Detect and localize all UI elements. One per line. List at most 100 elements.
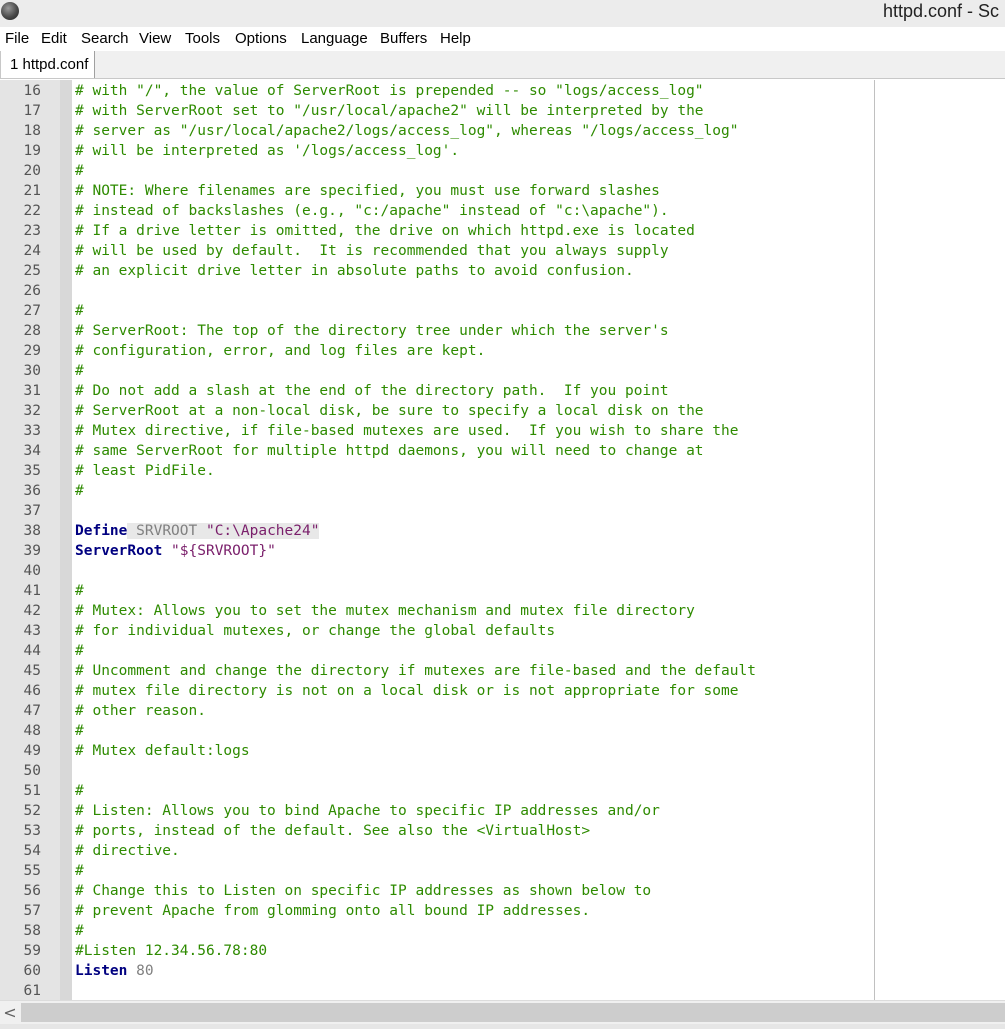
line-text[interactable]: # Mutex directive, if file-based mutexes… bbox=[75, 421, 738, 441]
code-line[interactable]: 24 # will be used by default. It is recom… bbox=[0, 241, 1005, 261]
horizontal-scrollbar[interactable]: < bbox=[0, 1000, 1005, 1025]
line-text[interactable]: #Listen 12.34.56.78:80 bbox=[75, 941, 267, 961]
code-line[interactable]: 21 # NOTE: Where filenames are specified,… bbox=[0, 181, 1005, 201]
code-line[interactable]: 22 # instead of backslashes (e.g., "c:/ap… bbox=[0, 201, 1005, 221]
line-text[interactable]: # configuration, error, and log files ar… bbox=[75, 341, 485, 361]
code-line[interactable]: 25 # an explicit drive letter in absolute… bbox=[0, 261, 1005, 281]
scroll-left-icon[interactable]: < bbox=[0, 1001, 20, 1025]
line-text[interactable]: ServerRoot "${SRVROOT}" bbox=[75, 541, 276, 561]
line-text[interactable]: # directive. bbox=[75, 841, 180, 861]
tab-httpd-conf[interactable]: 1 httpd.conf bbox=[0, 51, 96, 78]
line-text[interactable]: # Listen: Allows you to bind Apache to s… bbox=[75, 801, 660, 821]
line-text[interactable]: # bbox=[75, 921, 84, 941]
menu-edit[interactable]: Edit bbox=[41, 30, 67, 47]
line-text[interactable]: # will be interpreted as '/logs/access_l… bbox=[75, 141, 459, 161]
code-line[interactable]: 18 # server as "/usr/local/apache2/logs/a… bbox=[0, 121, 1005, 141]
code-line[interactable]: 19 # will be interpreted as '/logs/access… bbox=[0, 141, 1005, 161]
line-text[interactable]: # Do not add a slash at the end of the d… bbox=[75, 381, 669, 401]
line-text[interactable]: # bbox=[75, 481, 84, 501]
line-text[interactable]: # least PidFile. bbox=[75, 461, 215, 481]
line-text[interactable]: # bbox=[75, 301, 84, 321]
line-text[interactable]: # instead of backslashes (e.g., "c:/apac… bbox=[75, 201, 669, 221]
line-text[interactable]: # same ServerRoot for multiple httpd dae… bbox=[75, 441, 704, 461]
code-line[interactable]: 31 # Do not add a slash at the end of the… bbox=[0, 381, 1005, 401]
code-line[interactable]: 35 # least PidFile. bbox=[0, 461, 1005, 481]
line-text[interactable]: Define SRVROOT "C:\Apache24" bbox=[75, 521, 320, 541]
line-text[interactable]: # If a drive letter is omitted, the driv… bbox=[75, 221, 695, 241]
line-text[interactable]: # ports, instead of the default. See als… bbox=[75, 821, 590, 841]
code-line[interactable]: 32 # ServerRoot at a non-local disk, be s… bbox=[0, 401, 1005, 421]
line-text[interactable]: # bbox=[75, 161, 84, 181]
line-text[interactable]: # mutex file directory is not on a local… bbox=[75, 681, 738, 701]
code-line[interactable]: 48 # bbox=[0, 721, 1005, 741]
code-line[interactable]: 57 # prevent Apache from glomming onto al… bbox=[0, 901, 1005, 921]
code-line[interactable]: 51 # bbox=[0, 781, 1005, 801]
line-text[interactable]: # ServerRoot at a non-local disk, be sur… bbox=[75, 401, 704, 421]
code-line[interactable]: 60 Listen 80 bbox=[0, 961, 1005, 981]
code-line[interactable]: 46 # mutex file directory is not on a loc… bbox=[0, 681, 1005, 701]
line-text[interactable]: # with ServerRoot set to "/usr/local/apa… bbox=[75, 101, 704, 121]
code-line[interactable]: 23 # If a drive letter is omitted, the dr… bbox=[0, 221, 1005, 241]
line-text[interactable]: # bbox=[75, 641, 84, 661]
code-line[interactable]: 43 # for individual mutexes, or change th… bbox=[0, 621, 1005, 641]
menu-tools[interactable]: Tools bbox=[185, 30, 220, 47]
line-text[interactable]: # with "/", the value of ServerRoot is p… bbox=[75, 81, 704, 101]
code-line[interactable]: 30 # bbox=[0, 361, 1005, 381]
line-text[interactable]: # for individual mutexes, or change the … bbox=[75, 621, 555, 641]
app-icon[interactable] bbox=[1, 2, 19, 20]
menu-options[interactable]: Options bbox=[235, 30, 287, 47]
menu-search[interactable]: Search bbox=[81, 30, 129, 47]
code-line[interactable]: 37 bbox=[0, 501, 1005, 521]
code-line[interactable]: 28 # ServerRoot: The top of the directory… bbox=[0, 321, 1005, 341]
line-text[interactable]: # will be used by default. It is recomme… bbox=[75, 241, 669, 261]
line-text[interactable]: # Change this to Listen on specific IP a… bbox=[75, 881, 651, 901]
menu-view[interactable]: View bbox=[139, 30, 171, 47]
line-text[interactable]: # bbox=[75, 781, 84, 801]
code-line[interactable]: 36 # bbox=[0, 481, 1005, 501]
code-line[interactable]: 16 # with "/", the value of ServerRoot is… bbox=[0, 81, 1005, 101]
code-line[interactable]: 50 bbox=[0, 761, 1005, 781]
code-line[interactable]: 42 # Mutex: Allows you to set the mutex m… bbox=[0, 601, 1005, 621]
code-line[interactable]: 38 Define SRVROOT "C:\Apache24" bbox=[0, 521, 1005, 541]
code-line[interactable]: 40 bbox=[0, 561, 1005, 581]
code-line[interactable]: 39 ServerRoot "${SRVROOT}" bbox=[0, 541, 1005, 561]
code-line[interactable]: 59 #Listen 12.34.56.78:80 bbox=[0, 941, 1005, 961]
code-line[interactable]: 53 # ports, instead of the default. See a… bbox=[0, 821, 1005, 841]
line-text[interactable]: # other reason. bbox=[75, 701, 206, 721]
code-line[interactable]: 29 # configuration, error, and log files … bbox=[0, 341, 1005, 361]
line-text[interactable]: # prevent Apache from glomming onto all … bbox=[75, 901, 590, 921]
line-text[interactable]: # bbox=[75, 861, 84, 881]
code-line[interactable]: 41 # bbox=[0, 581, 1005, 601]
code-line[interactable]: 58 # bbox=[0, 921, 1005, 941]
code-line[interactable]: 61 bbox=[0, 981, 1005, 1000]
line-text[interactable]: # an explicit drive letter in absolute p… bbox=[75, 261, 634, 281]
menu-buffers[interactable]: Buffers bbox=[380, 30, 427, 47]
line-text[interactable]: # Mutex: Allows you to set the mutex mec… bbox=[75, 601, 695, 621]
menu-language[interactable]: Language bbox=[301, 30, 368, 47]
code-line[interactable]: 54 # directive. bbox=[0, 841, 1005, 861]
line-text[interactable]: # bbox=[75, 721, 84, 741]
line-text[interactable]: # Mutex default:logs bbox=[75, 741, 250, 761]
line-text[interactable]: # server as "/usr/local/apache2/logs/acc… bbox=[75, 121, 738, 141]
code-line[interactable]: 17 # with ServerRoot set to "/usr/local/a… bbox=[0, 101, 1005, 121]
code-line[interactable]: 56 # Change this to Listen on specific IP… bbox=[0, 881, 1005, 901]
line-text[interactable]: # Uncomment and change the directory if … bbox=[75, 661, 756, 681]
line-text[interactable]: # NOTE: Where filenames are specified, y… bbox=[75, 181, 660, 201]
line-text[interactable]: # bbox=[75, 581, 84, 601]
code-line[interactable]: 26 bbox=[0, 281, 1005, 301]
code-line[interactable]: 20 # bbox=[0, 161, 1005, 181]
code-editor[interactable]: 16 # with "/", the value of ServerRoot is… bbox=[0, 80, 1005, 1000]
code-line[interactable]: 33 # Mutex directive, if file-based mutex… bbox=[0, 421, 1005, 441]
menu-file[interactable]: File bbox=[5, 30, 29, 47]
line-text[interactable]: # bbox=[75, 361, 84, 381]
code-line[interactable]: 49 # Mutex default:logs bbox=[0, 741, 1005, 761]
code-line[interactable]: 47 # other reason. bbox=[0, 701, 1005, 721]
line-text[interactable]: # ServerRoot: The top of the directory t… bbox=[75, 321, 669, 341]
code-line[interactable]: 45 # Uncomment and change the directory i… bbox=[0, 661, 1005, 681]
scrollbar-thumb[interactable] bbox=[21, 1003, 1005, 1022]
code-line[interactable]: 34 # same ServerRoot for multiple httpd d… bbox=[0, 441, 1005, 461]
code-line[interactable]: 44 # bbox=[0, 641, 1005, 661]
menu-help[interactable]: Help bbox=[440, 30, 471, 47]
line-text[interactable]: Listen 80 bbox=[75, 961, 154, 981]
code-line[interactable]: 52 # Listen: Allows you to bind Apache to… bbox=[0, 801, 1005, 821]
